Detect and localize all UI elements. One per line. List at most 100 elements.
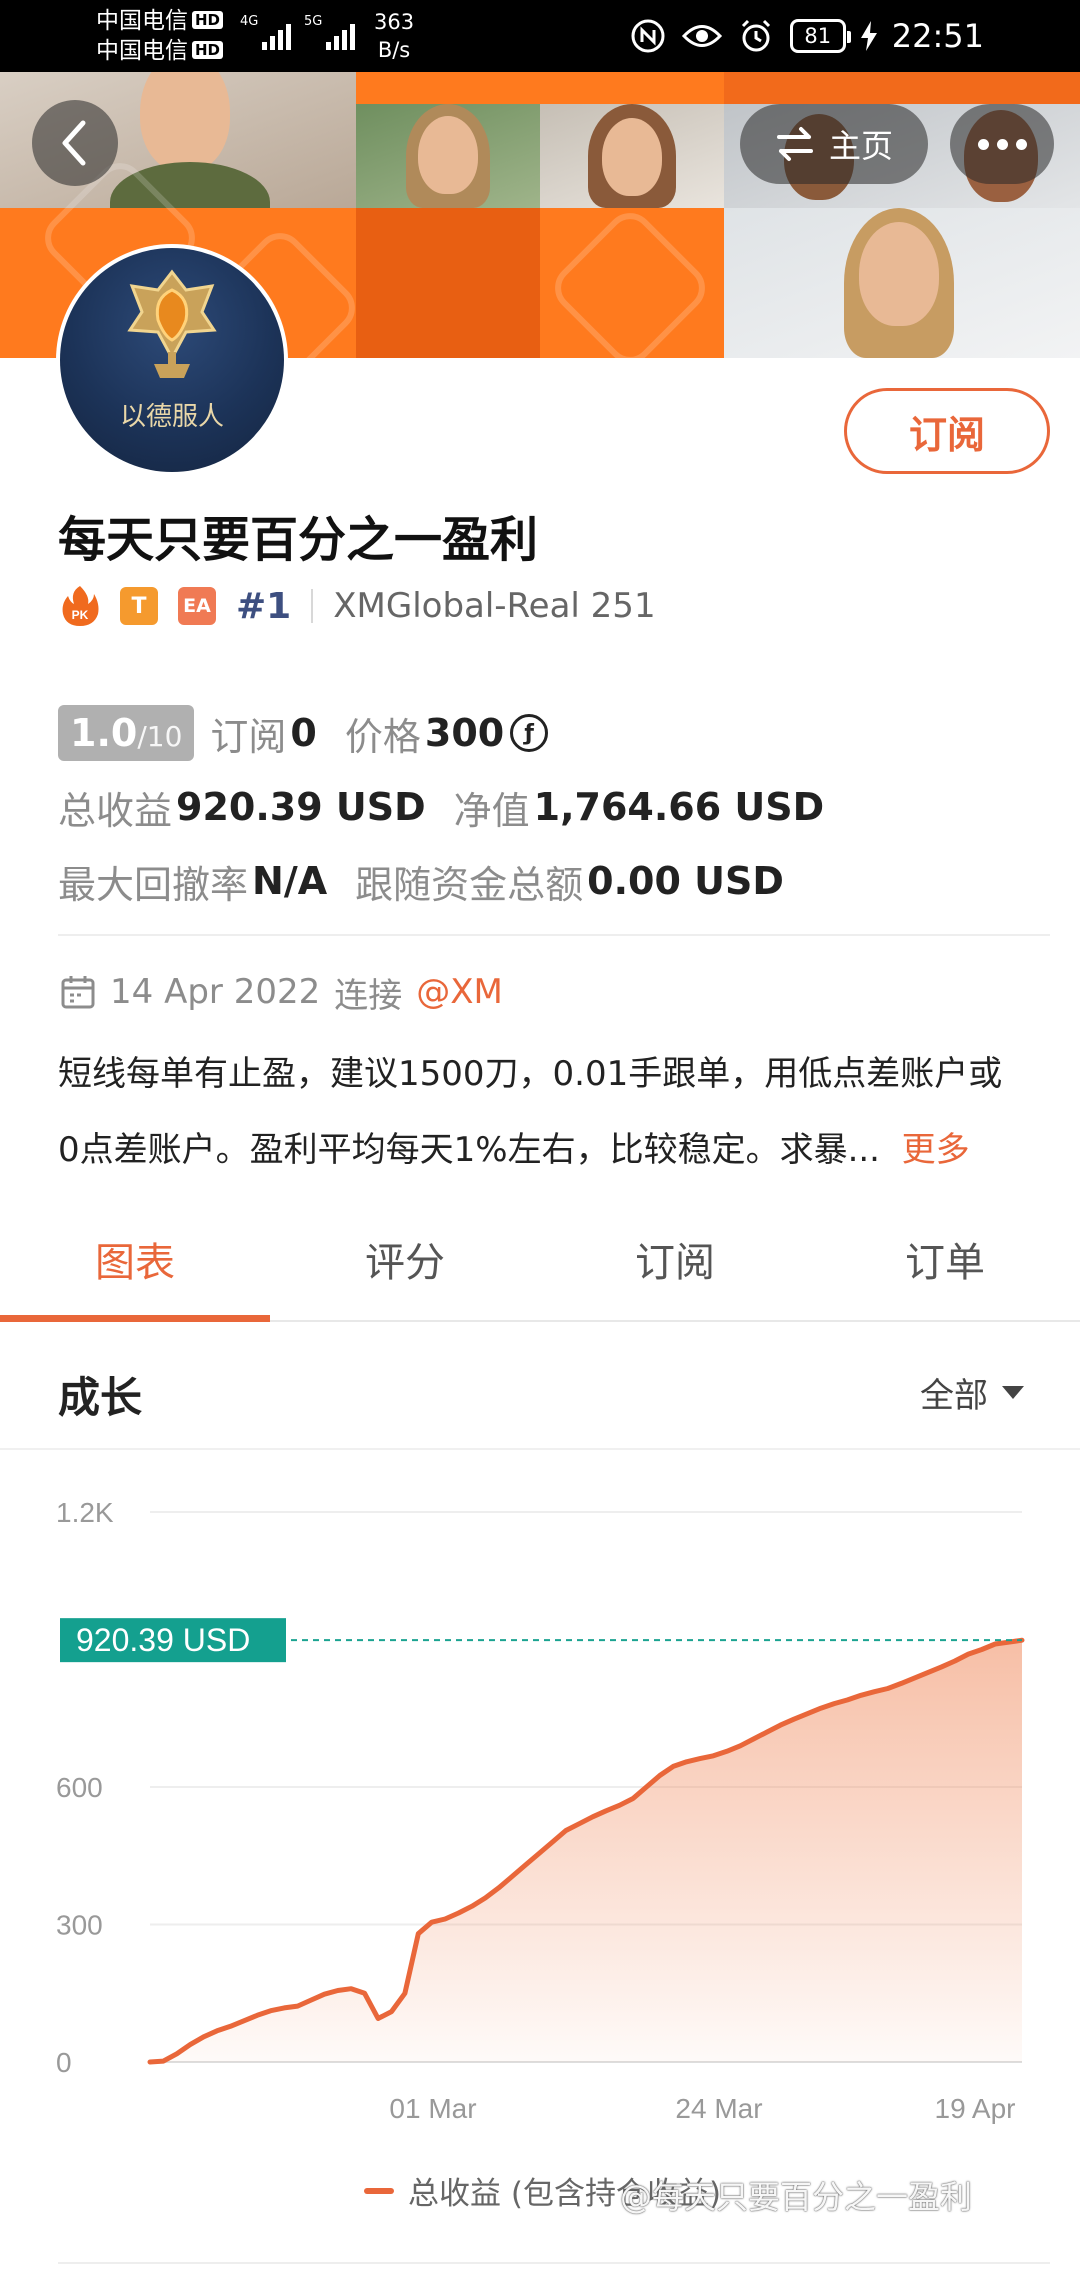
y-tick-label: 300 [56,1910,103,1941]
switch-icon [776,127,813,161]
carrier-info: 中国电信 HD 中国电信 HD [96,6,224,66]
growth-area [150,1640,1022,2062]
subs-value: 0 [290,711,317,755]
growth-chart: 1.2K 600 300 0 920.39 USD 01 Mar 24 Mar 19 Ap… [0,1452,1080,2212]
banner-photo [724,208,1080,358]
banner-tile [356,72,724,104]
y-tick-label: 1.2K [56,1497,114,1528]
signal-bars-icon [326,18,355,50]
x-tick-label: 24 Mar [675,2093,762,2124]
coin-icon: ƒ [510,714,549,752]
avatar[interactable]: 以德服人 [56,244,288,476]
y-tick-label: 0 [56,2047,72,2078]
equity-value: 1,764.66 USD [533,785,825,829]
banner-pattern [545,203,715,358]
follow-label: 跟随资金总额 [355,862,584,907]
hd-badge: HD [192,41,224,59]
banner-face [140,72,230,172]
badges-row: PK T EA #1 XMGlobal-Real 251 [60,580,656,632]
tab-bar: 图表 评分 订阅 订单 [0,1222,1080,1322]
growth-section-header: 成长 全部 [0,1340,1080,1450]
rating-max: /10 [137,720,183,753]
banner-photo [356,104,540,208]
range-filter-dropdown[interactable]: 全部 [920,1368,1024,1417]
eye-icon [681,16,722,56]
banner-photo [540,104,724,208]
connect-label: 连接 [334,975,403,1016]
status-right: 81 22:51 [628,14,984,58]
network-type-1: 4G [240,14,259,29]
description-line-2: 0点差账户。盈利平均每天1%左右，比较稳定。求暴... [58,1130,880,1170]
badge-ea: EA [178,587,216,625]
current-value-marker: 920.39 USD [60,1618,286,1663]
legend-swatch [364,2187,394,2194]
tab-chart[interactable]: 图表 [0,1222,270,1322]
divider [58,934,1050,936]
subs-label: 订阅 [210,714,287,759]
back-button[interactable] [32,100,118,186]
banner-tile [540,203,724,358]
rating-score: 1.0 [70,711,138,755]
price-label: 价格 [344,714,421,759]
avatar-text: 以德服人 [119,402,224,432]
current-value-label: 920.39 USD [76,1622,250,1658]
y-tick-label: 600 [56,1772,103,1803]
broker-link[interactable]: @XM [416,972,503,1012]
chevron-left-icon [62,120,86,166]
rank-label: #1 [236,585,292,627]
connection-meta: 14 Apr 2022 连接 @XM [60,962,503,1022]
banner-face [859,222,939,326]
more-link[interactable]: 更多 [902,1130,970,1170]
signal-bars-icon [262,18,291,50]
network-speed: 363 B/s [374,8,414,64]
tab-subscription[interactable]: 订阅 [540,1222,810,1320]
battery-icon: 81 [789,19,851,53]
charging-icon [860,16,878,56]
x-tick-label: 01 Mar [389,2093,476,2124]
connect-date: 14 Apr 2022 [110,972,321,1012]
calendar-icon [61,976,95,1009]
filter-label: 全部 [920,1376,988,1416]
drawdown-label: 最大回撤率 [58,862,249,907]
account-label: XMGlobal-Real 251 [333,586,656,626]
network-type-2: 5G [304,14,323,29]
tab-orders[interactable]: 订单 [810,1222,1080,1320]
clock: 22:51 [891,17,984,55]
stats-block: 1.0/10 订阅 0 价格 300 ƒ 总收益 920.39 USD 净值 1… [58,696,1038,918]
stat-row-rating: 1.0/10 订阅 0 价格 300 ƒ [58,696,1038,770]
profit-label: 总收益 [58,788,173,833]
more-button[interactable] [950,104,1054,184]
nfc-icon [628,16,668,56]
badge-t: T [120,587,158,625]
tab-rating[interactable]: 评分 [270,1222,540,1320]
strategy-title: 每天只要百分之一盈利 [58,512,539,568]
carrier-1: 中国电信 [96,8,188,34]
trophy-icon [127,269,217,378]
subscribe-button[interactable]: 订阅 [844,388,1050,474]
avatar-image: 以德服人 [60,248,284,472]
speed-value: 363 [374,10,415,34]
description-line-1: 短线每单有止盈，建议1500刀，0.01手跟单，用低点差账户或 [58,1054,1003,1094]
pk-fire-icon: PK [60,584,100,628]
growth-chart-svg: 1.2K 600 300 0 920.39 USD 01 Mar 24 Mar 19 Ap… [56,1497,1025,2124]
stat-row-profit: 总收益 920.39 USD 净值 1,764.66 USD [58,770,1038,844]
home-label: 主页 [828,127,893,165]
banner-face [418,116,478,194]
strategy-description: 短线每单有止盈，建议1500刀，0.01手跟单，用低点差账户或 0点差账户。盈利… [58,1036,1050,1188]
hd-badge: HD [192,11,224,29]
banner-tile [356,208,540,358]
banner-face [602,118,662,196]
home-button[interactable]: 主页 [740,104,928,184]
divider [58,2262,1050,2264]
drawdown-value: N/A [252,859,328,903]
stat-row-drawdown: 最大回撤率 N/A 跟随资金总额 0.00 USD [58,844,1038,918]
price-value: 300 [424,711,505,755]
more-dot-icon [977,138,989,150]
profit-value: 920.39 USD [176,785,426,829]
alarm-icon [736,16,776,56]
section-title: 成长 [58,1373,143,1422]
carrier-2: 中国电信 [96,38,188,64]
status-bar: 中国电信 HD 中国电信 HD 4G 5G 363 B/s 81 22:51 [0,0,1080,72]
divider [311,589,314,623]
rating-badge: 1.0/10 [58,705,195,761]
